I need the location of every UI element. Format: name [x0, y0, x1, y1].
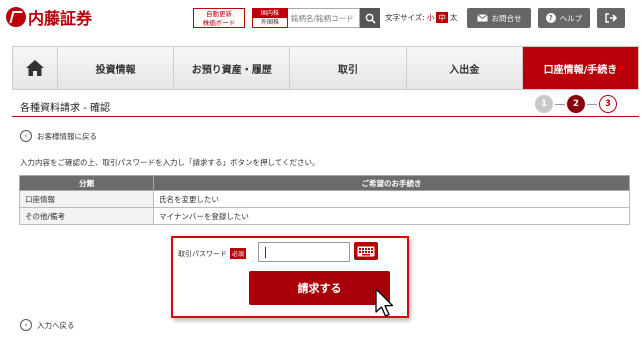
- step-indicator: 1 2 3: [535, 95, 617, 113]
- keyboard-icon: [357, 246, 375, 256]
- request-summary-table: 分類 ご希望のお手続き 口座情報 氏名を変更したい その他/備考 マイナンバーを…: [19, 175, 630, 225]
- title-divider: [12, 116, 639, 117]
- contact-label: お問合せ: [491, 13, 522, 23]
- font-size-label: 文字サイズ:: [385, 13, 425, 22]
- back-to-input-link[interactable]: ‹ 入力へ戻る: [20, 319, 75, 331]
- text-caret: [265, 247, 266, 258]
- column-header-procedure: ご希望のお手続き: [153, 175, 630, 191]
- logout-button[interactable]: [597, 8, 625, 28]
- mouse-pointer-icon: [375, 288, 394, 317]
- nav-trade[interactable]: 取引: [289, 47, 406, 89]
- contact-button[interactable]: お問合せ: [467, 8, 531, 28]
- back-to-input-label: 入力へ戻る: [37, 320, 75, 330]
- market-domestic-option[interactable]: 国内株: [253, 9, 287, 18]
- search-button[interactable]: [360, 8, 380, 28]
- submit-request-button[interactable]: 請求する: [249, 271, 390, 305]
- font-size-selector: 文字サイズ: 小 中 太: [385, 12, 457, 23]
- password-label: 取引パスワード 必須: [178, 248, 247, 259]
- back-to-customer-info-label: お客様情報に戻る: [37, 131, 97, 141]
- step-1: 1: [535, 95, 553, 113]
- auto-update-line2: 株価ボード: [202, 18, 236, 27]
- help-label: ヘルプ: [559, 13, 583, 23]
- step-3: 3: [599, 95, 617, 113]
- chevron-left-icon: ‹: [20, 130, 32, 142]
- nav-deposit-withdrawal[interactable]: 入出金: [405, 47, 522, 89]
- logout-icon: [605, 13, 617, 23]
- table-header-row: 分類 ご希望のお手続き: [19, 175, 630, 191]
- nav-investment-info[interactable]: 投資情報: [57, 47, 174, 89]
- trade-password-input[interactable]: [258, 242, 350, 262]
- nav-account-procedures[interactable]: 口座情報/手続き: [521, 47, 639, 89]
- page-title: 各種資料請求 - 確認: [20, 103, 110, 114]
- search-icon: [365, 13, 376, 24]
- stock-search: 国内株 外国株: [252, 8, 380, 28]
- table-row: 口座情報 氏名を変更したい: [19, 190, 630, 208]
- chevron-left-icon: ‹: [20, 319, 32, 331]
- row-procedure: マイナンバーを登録したい: [153, 207, 630, 225]
- font-size-medium[interactable]: 中: [436, 12, 448, 23]
- auto-update-line1: 自動更新: [206, 10, 232, 18]
- table-row: その他/備考 マイナンバーを登録したい: [19, 207, 630, 225]
- mail-icon: [476, 14, 488, 22]
- row-category: 口座情報: [19, 190, 154, 208]
- global-nav: 投資情報 お預り資産・履歴 取引 入出金 口座情報/手続き: [12, 46, 639, 90]
- password-label-text: 取引パスワード: [178, 249, 227, 258]
- market-foreign-option[interactable]: 外国株: [253, 18, 287, 27]
- search-input[interactable]: [288, 8, 360, 28]
- row-category: その他/備考: [19, 207, 154, 225]
- step-2: 2: [567, 95, 585, 113]
- help-button[interactable]: ? ヘルプ: [538, 8, 590, 28]
- nav-assets-history[interactable]: お預り資産・履歴: [173, 47, 290, 89]
- row-procedure: 氏名を変更したい: [153, 190, 630, 208]
- logo-mark-icon: [6, 7, 26, 27]
- logo-text: 内藤証券: [28, 9, 93, 28]
- auto-update-board-button[interactable]: 自動更新 株価ボード: [193, 8, 245, 28]
- home-icon: [26, 60, 44, 76]
- software-keyboard-button[interactable]: [354, 242, 378, 260]
- step-separator: [587, 103, 597, 105]
- font-size-large[interactable]: 太: [450, 12, 458, 23]
- font-size-small[interactable]: 小: [427, 12, 435, 23]
- brand-logo[interactable]: 内藤証券: [6, 6, 106, 28]
- column-header-category: 分類: [19, 175, 154, 191]
- nav-home[interactable]: [13, 47, 57, 89]
- market-toggle: 国内株 外国株: [252, 8, 288, 28]
- step-separator: [555, 103, 565, 105]
- back-to-customer-info-link[interactable]: ‹ お客様情報に戻る: [20, 130, 97, 142]
- instruction-text: 入力内容をご確認の上、取引パスワードを入力し「請求する」ボタンを押してください。: [20, 158, 320, 167]
- required-badge: 必須: [230, 248, 247, 259]
- question-icon: ?: [545, 13, 556, 23]
